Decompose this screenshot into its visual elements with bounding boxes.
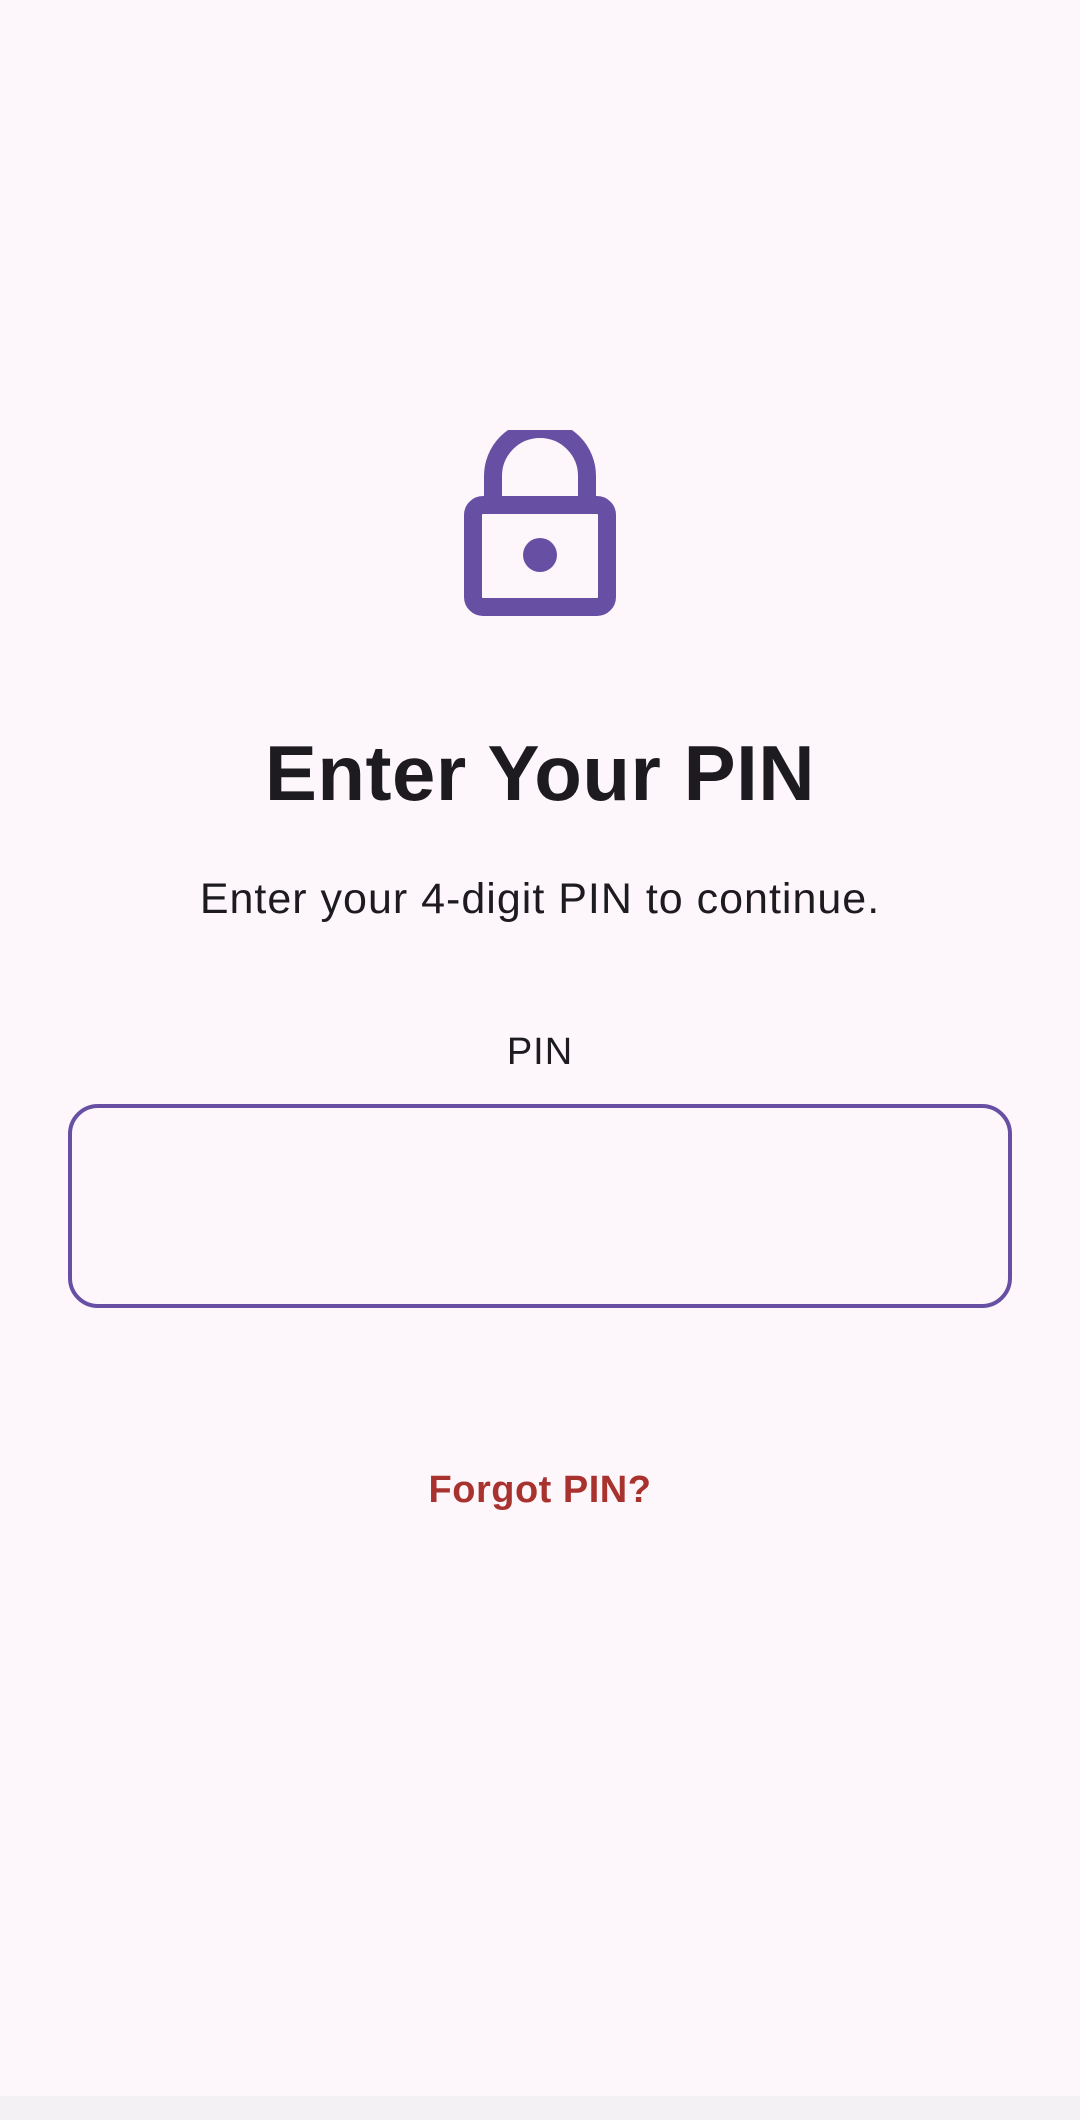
- system-nav-bar: [0, 2096, 1080, 2120]
- page-title: Enter Your PIN: [264, 729, 816, 817]
- page-subtitle: Enter your 4-digit PIN to continue.: [199, 875, 881, 923]
- pin-input[interactable]: [68, 1104, 1012, 1308]
- forgot-pin-link[interactable]: Forgot PIN?: [380, 1460, 700, 1520]
- pin-screen: Enter Your PIN Enter your 4-digit PIN to…: [0, 0, 1080, 2096]
- lock-icon: [464, 430, 616, 616]
- pin-field-label: PIN: [506, 1031, 574, 1073]
